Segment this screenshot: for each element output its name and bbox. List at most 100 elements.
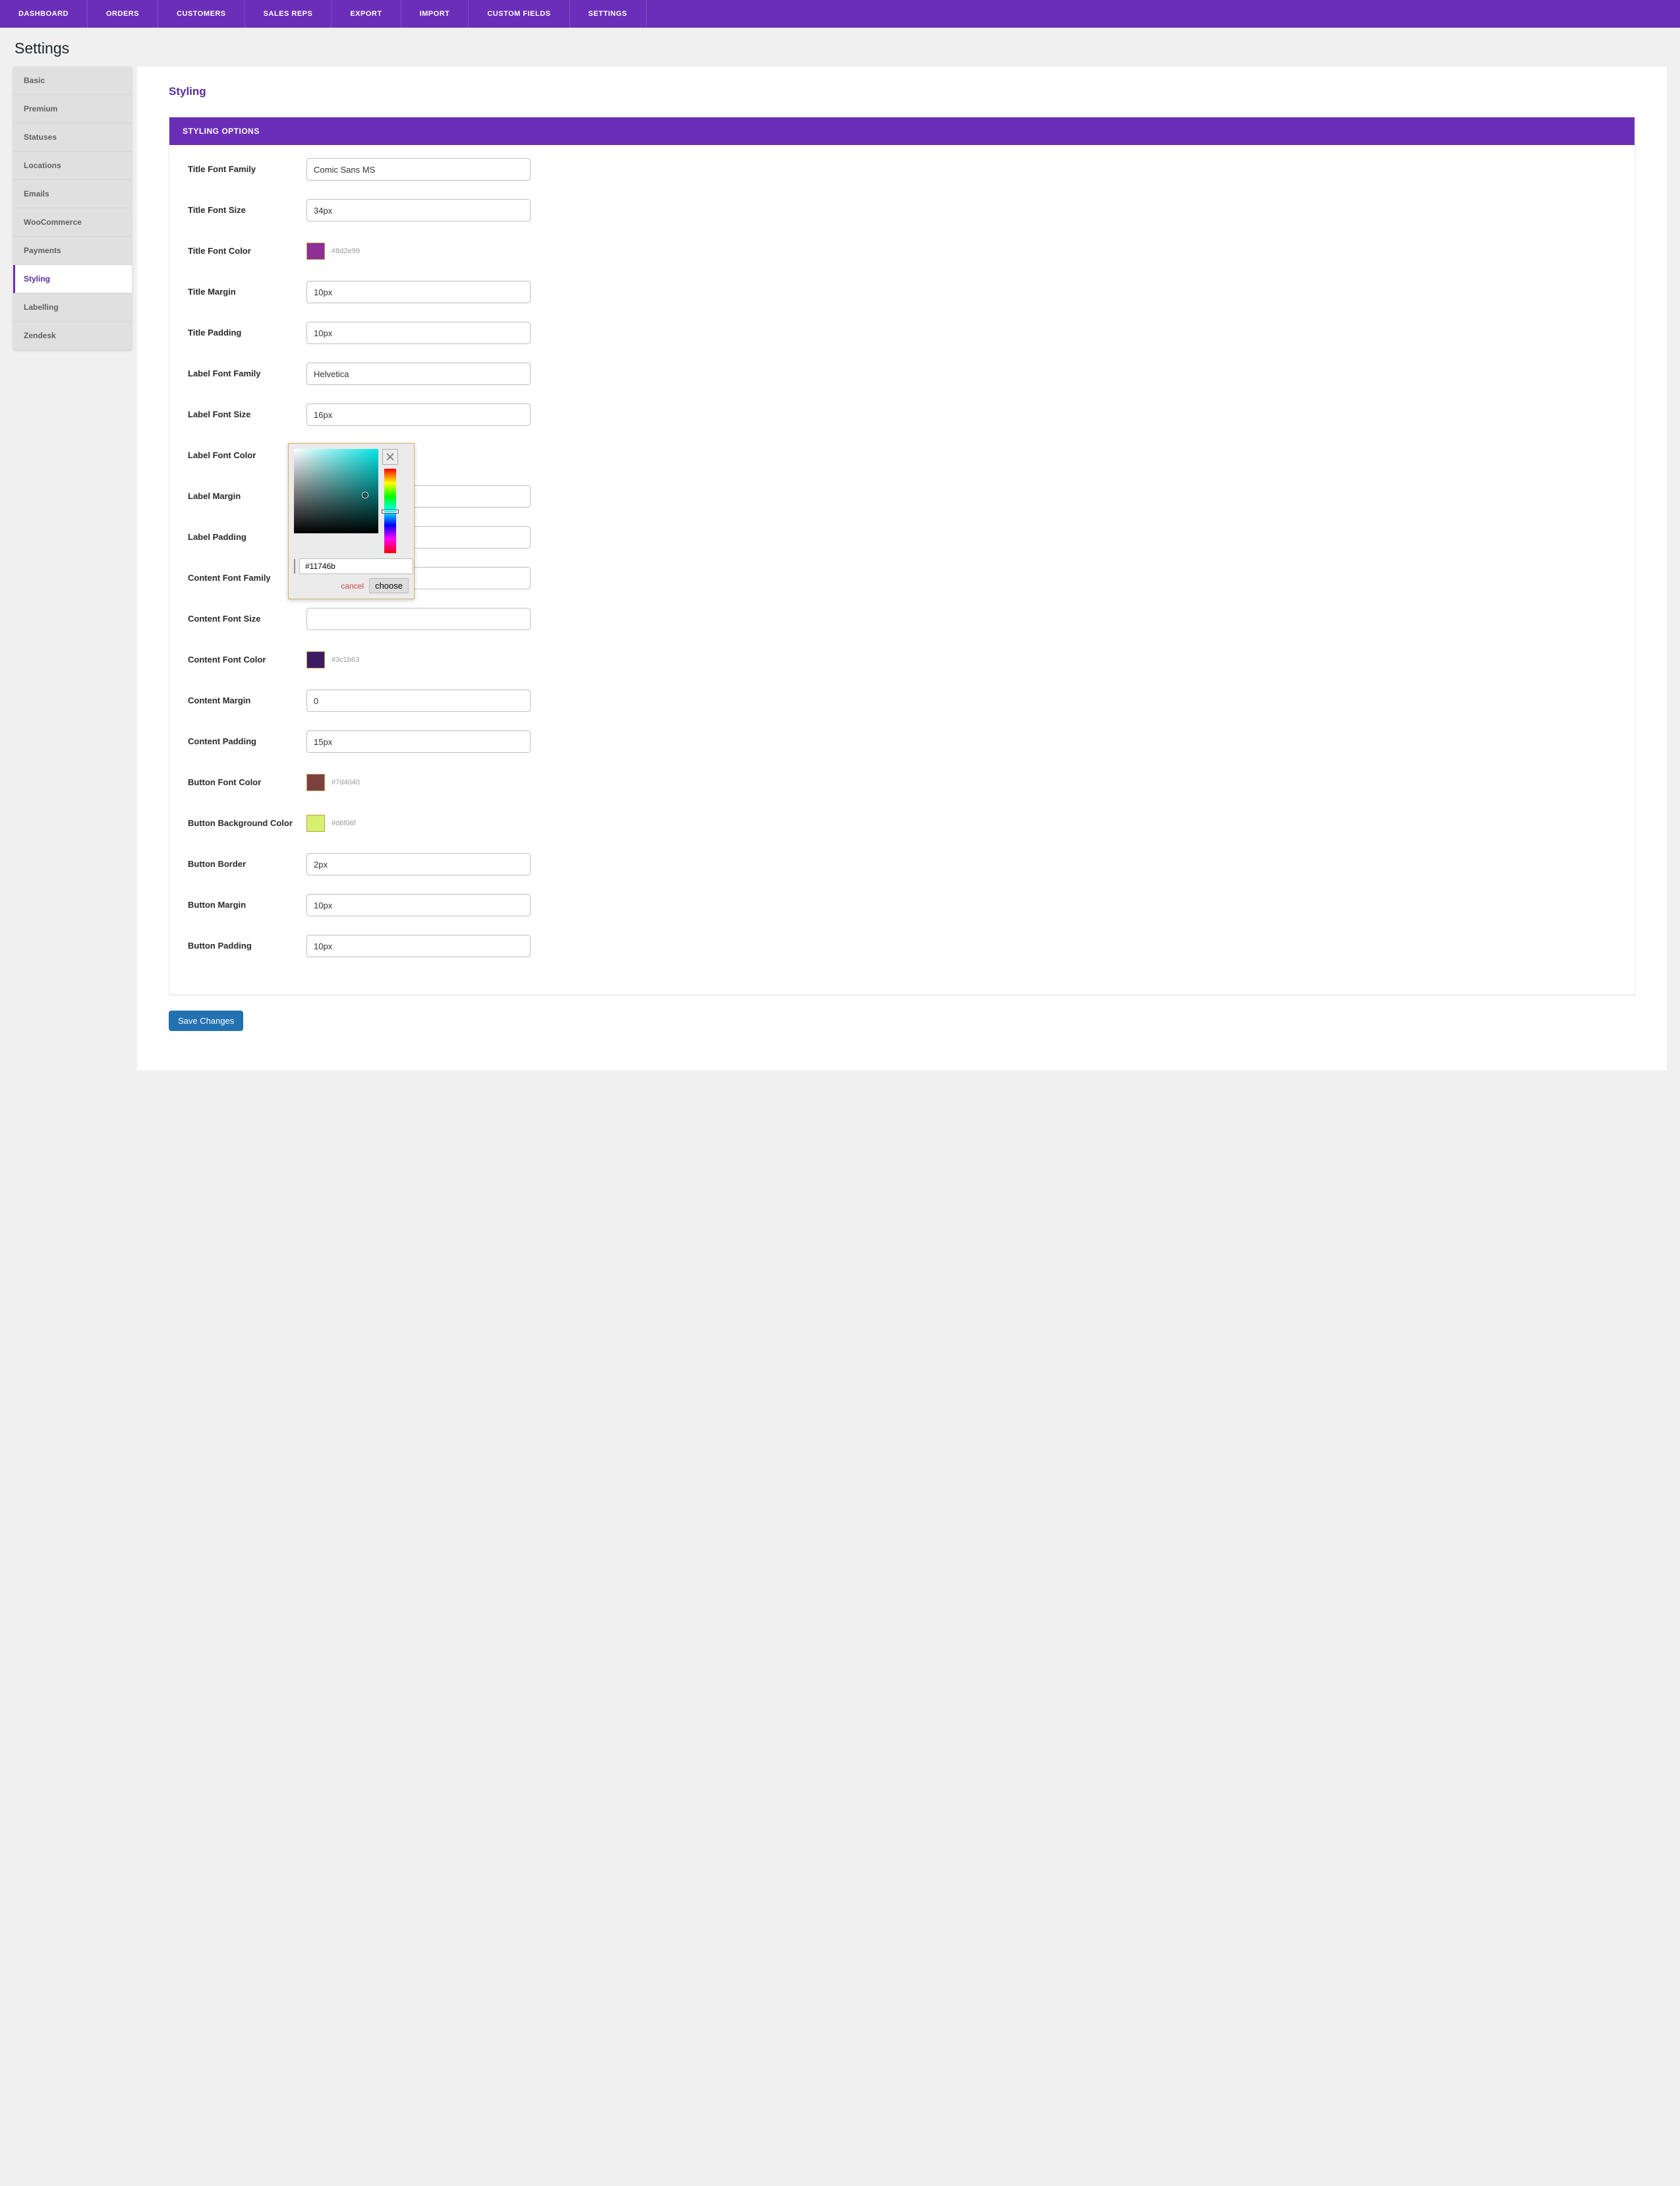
text-input[interactable]: [306, 281, 531, 303]
top-nav-dashboard[interactable]: DASHBOARD: [0, 0, 88, 28]
hue-strip[interactable]: [384, 469, 396, 553]
save-changes-button[interactable]: Save Changes: [169, 1011, 243, 1031]
field-label: Button Font Color: [188, 777, 306, 788]
field-row: Content Padding: [188, 730, 1616, 753]
top-nav: DASHBOARDORDERSCUSTOMERSSALES REPSEXPORT…: [0, 0, 1680, 28]
field-label: Content Padding: [188, 736, 306, 748]
sidebar-item-basic[interactable]: Basic: [13, 67, 132, 95]
color-swatch[interactable]: [306, 815, 325, 832]
field-row: Content Font Color #3c1b63: [188, 649, 1616, 671]
top-nav-settings[interactable]: SETTINGS: [570, 0, 647, 28]
page-title: Settings: [0, 28, 1680, 67]
field-row: Label Font Size: [188, 403, 1616, 426]
field-label: Title Padding: [188, 328, 306, 339]
field-row: Label Font Family: [188, 363, 1616, 385]
color-swatch[interactable]: [306, 774, 325, 791]
sidebar-item-woocommerce[interactable]: WooCommerce: [13, 208, 132, 237]
close-icon: [386, 452, 395, 461]
top-nav-sales-reps[interactable]: SALES REPS: [245, 0, 332, 28]
color-picker-popup: cancel choose: [288, 443, 415, 599]
top-nav-orders[interactable]: ORDERS: [88, 0, 158, 28]
picker-hex-input[interactable]: [299, 558, 413, 574]
text-input[interactable]: [306, 608, 531, 630]
swatch-hex-label: #7d4040: [332, 779, 360, 786]
top-nav-custom-fields[interactable]: CUSTOM FIELDS: [469, 0, 569, 28]
top-nav-export[interactable]: EXPORT: [332, 0, 401, 28]
sidebar-item-statuses[interactable]: Statuses: [13, 123, 132, 152]
field-row: Button Font Color #7d4040: [188, 771, 1616, 794]
layout: BasicPremiumStatusesLocationsEmailsWooCo…: [0, 67, 1680, 1097]
field-row: Button Margin: [188, 894, 1616, 916]
picker-choose-button[interactable]: choose: [369, 578, 409, 593]
text-input[interactable]: [306, 322, 531, 344]
field-label: Label Font Size: [188, 409, 306, 421]
field-label: Label Font Family: [188, 369, 306, 380]
top-nav-import[interactable]: IMPORT: [401, 0, 469, 28]
field-label: Title Font Family: [188, 164, 306, 175]
saturation-value-area[interactable]: [294, 449, 378, 533]
swatch-hex-label: #d6f06f: [332, 819, 356, 827]
text-input[interactable]: [306, 363, 531, 385]
field-row: Content Margin: [188, 690, 1616, 712]
field-label: Title Font Color: [188, 246, 306, 257]
sidebar-item-zendesk[interactable]: Zendesk: [13, 322, 132, 349]
field-row: Button Padding: [188, 935, 1616, 957]
settings-sidebar: BasicPremiumStatusesLocationsEmailsWooCo…: [13, 67, 132, 349]
sidebar-item-emails[interactable]: Emails: [13, 180, 132, 208]
sidebar-item-premium[interactable]: Premium: [13, 95, 132, 123]
section-title: Styling: [169, 85, 1635, 98]
text-input[interactable]: [306, 853, 531, 875]
color-swatch[interactable]: [306, 243, 325, 260]
text-input[interactable]: [306, 690, 531, 712]
text-input[interactable]: [306, 158, 531, 181]
field-input-wrap: [306, 894, 531, 916]
picker-current-swatch: [294, 559, 295, 574]
field-row: Title Font Size: [188, 199, 1616, 222]
field-input-wrap: [306, 281, 531, 303]
sidebar-item-payments[interactable]: Payments: [13, 237, 132, 265]
card-header: STYLING OPTIONS: [169, 117, 1635, 145]
field-label: Title Font Size: [188, 205, 306, 216]
color-swatch[interactable]: [306, 651, 325, 668]
field-input-wrap: [306, 690, 531, 712]
field-input-wrap: #3c1b63: [306, 651, 531, 668]
styling-options-card: STYLING OPTIONS Title Font FamilyTitle F…: [169, 117, 1635, 995]
field-row: Title Font Family: [188, 158, 1616, 181]
card-body: Title Font Family Title Font Size Title Fo…: [169, 145, 1635, 994]
field-input-wrap: #7d4040: [306, 774, 531, 791]
field-label: Button Background Color: [188, 818, 306, 829]
sidebar-item-locations[interactable]: Locations: [13, 152, 132, 180]
field-label: Content Font Size: [188, 614, 306, 625]
top-nav-customers[interactable]: CUSTOMERS: [158, 0, 245, 28]
field-input-wrap: [306, 199, 531, 222]
sidebar-item-labelling[interactable]: Labelling: [13, 293, 132, 322]
field-row: Title Padding: [188, 322, 1616, 344]
field-label: Button Margin: [188, 900, 306, 911]
field-row: Button Background Color #d6f06f: [188, 812, 1616, 835]
field-row: Button Border: [188, 853, 1616, 875]
field-row: Title Font Color #8d2e99: [188, 240, 1616, 262]
swatch-hex-label: #8d2e99: [332, 247, 360, 255]
field-row: Title Margin: [188, 281, 1616, 303]
sidebar-item-styling[interactable]: Styling: [13, 265, 132, 293]
text-input[interactable]: [306, 403, 531, 426]
field-input-wrap: [306, 608, 531, 630]
text-input[interactable]: [306, 199, 531, 222]
field-input-wrap: [306, 403, 531, 426]
field-row: Content Font Size: [188, 608, 1616, 630]
main-panel: Styling STYLING OPTIONS Title Font Famil…: [137, 67, 1667, 1071]
field-input-wrap: [306, 322, 531, 344]
text-input[interactable]: [306, 935, 531, 957]
text-input[interactable]: [306, 730, 531, 753]
field-label: Button Padding: [188, 941, 306, 952]
sv-cursor: [362, 492, 368, 498]
field-input-wrap: #8d2e99: [306, 243, 531, 260]
field-label: Content Font Color: [188, 655, 306, 666]
picker-close-button[interactable]: [382, 449, 398, 465]
field-input-wrap: #d6f06f: [306, 815, 531, 832]
field-input-wrap: [306, 363, 531, 385]
field-label: Title Margin: [188, 287, 306, 298]
text-input[interactable]: [306, 894, 531, 916]
swatch-hex-label: #3c1b63: [332, 656, 359, 664]
picker-cancel-link[interactable]: cancel: [341, 581, 364, 591]
